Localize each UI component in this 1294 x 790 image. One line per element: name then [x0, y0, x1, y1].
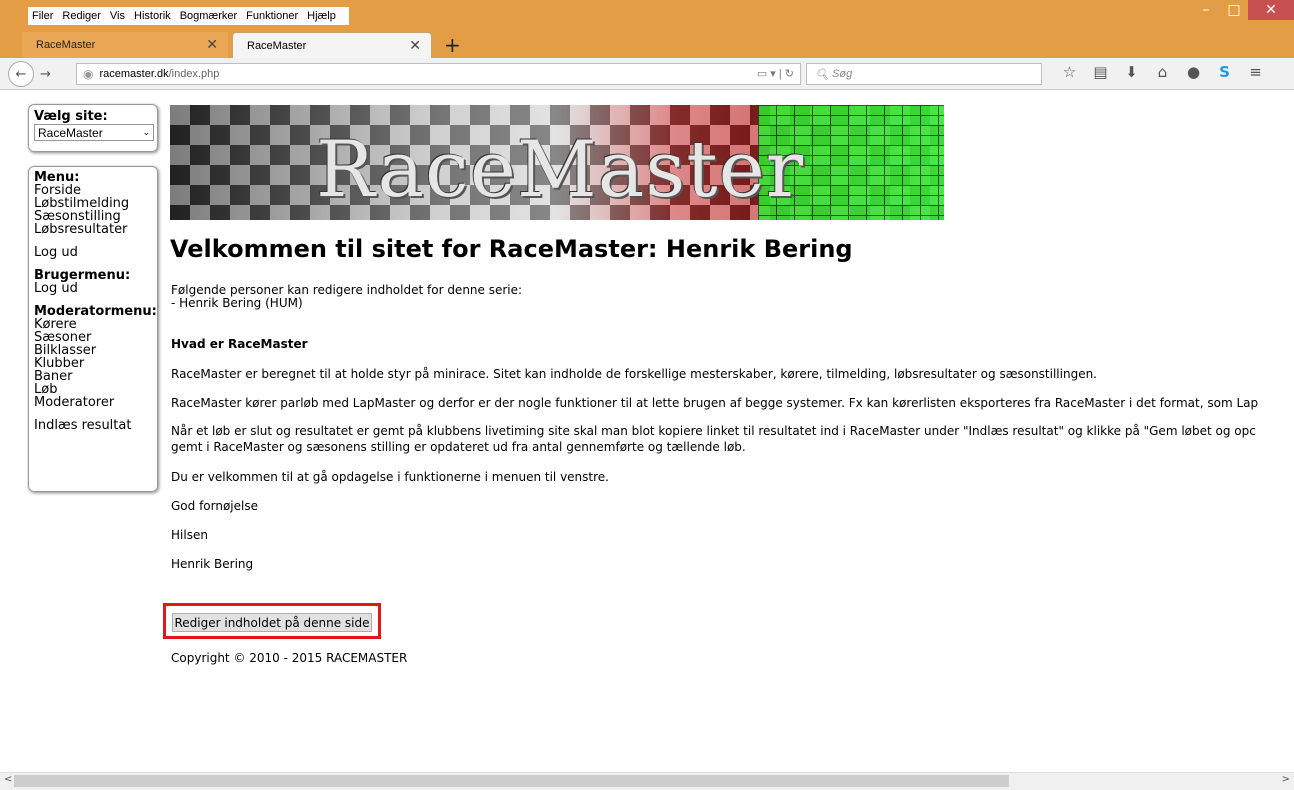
chevron-down-icon: ⌄ [142, 127, 150, 137]
section-heading: Hvad er RaceMaster [171, 337, 308, 351]
tab-bar: RaceMaster ✕ RaceMaster ✕ + [0, 30, 1294, 58]
bookmark-star-icon[interactable]: ☆ [1054, 63, 1085, 81]
menu-bar: Filer Rediger Vis Historik Bogmærker Fun… [28, 7, 349, 25]
site-select-value: RaceMaster [38, 125, 103, 140]
sidebar-item-logout-user[interactable]: Log ud [34, 282, 152, 295]
page-content: Vælg site: RaceMaster ⌄ Menu: Forside Lø… [0, 90, 1294, 772]
search-icon: 🔍︎ [815, 68, 833, 81]
new-tab-icon[interactable]: + [444, 33, 461, 57]
paragraph-1: RaceMaster er beregnet til at holde styr… [171, 367, 1097, 381]
minimize-icon[interactable]: – [1192, 0, 1220, 20]
tab-label: RaceMaster [36, 39, 96, 51]
title-bar: Filer Rediger Vis Historik Bogmærker Fun… [0, 0, 1294, 30]
menu-filer[interactable]: Filer [32, 10, 53, 22]
menu-icon[interactable]: ≡ [1240, 63, 1271, 81]
editors-intro: Følgende personer kan redigere indholdet… [171, 283, 523, 297]
menu-historik[interactable]: Historik [134, 10, 171, 22]
download-icon[interactable]: ⬇ [1116, 63, 1147, 81]
paragraph-2: RaceMaster kører parløb med LapMaster og… [171, 396, 1259, 410]
site-selector-box: Vælg site: RaceMaster ⌄ [28, 104, 158, 152]
url-path: /index.php [168, 68, 220, 80]
highlight-box: Rediger indholdet på denne side [163, 603, 381, 639]
paragraph-3b: gemt i RaceMaster og sæsonens stilling e… [171, 440, 746, 454]
sidebar-item-logout[interactable]: Log ud [34, 246, 152, 259]
banner-image: RaceMaster [170, 105, 944, 220]
forward-icon[interactable]: → [40, 67, 51, 82]
scroll-left-icon[interactable]: < [4, 774, 12, 785]
close-window-icon[interactable]: ✕ [1248, 0, 1294, 20]
paragraph-6: Hilsen [171, 528, 208, 542]
sidebar-item-lobsresultater[interactable]: Løbsresultater [34, 223, 152, 236]
menu-funktioner[interactable]: Funktioner [246, 10, 298, 22]
sidebar-item-moderatorer[interactable]: Moderatorer [34, 396, 152, 409]
paragraph-5: God fornøjelse [171, 499, 258, 513]
menu-vis[interactable]: Vis [110, 10, 125, 22]
paragraph-3a: Når et løb er slut og resultatet er gemt… [171, 424, 1256, 438]
menu-bogmaerker[interactable]: Bogmærker [180, 10, 237, 22]
home-icon[interactable]: ⌂ [1147, 63, 1178, 81]
menu-hjaelp[interactable]: Hjælp [307, 10, 336, 22]
bookmarks-list-icon[interactable]: ▤ [1085, 63, 1116, 81]
chat-icon[interactable]: ● [1178, 63, 1209, 81]
copyright: Copyright © 2010 - 2015 RACEMASTER [171, 651, 408, 665]
sidebar-menu: Menu: Forside Løbstilmelding Sæsonstilli… [28, 166, 158, 492]
menu-rediger[interactable]: Rediger [62, 10, 101, 22]
scrollbar-thumb[interactable] [14, 775, 1009, 787]
search-placeholder: Søg [832, 68, 853, 80]
skype-icon[interactable]: S [1209, 63, 1240, 81]
site-select[interactable]: RaceMaster ⌄ [34, 124, 154, 141]
url-bar[interactable]: ◉ racemaster.dk/index.php ▭ ▾ | ↻ [76, 63, 801, 85]
site-info-icon[interactable]: ◉ [83, 67, 93, 81]
tab-label: RaceMaster [247, 39, 307, 52]
back-icon[interactable]: ← [8, 61, 34, 87]
close-tab-icon[interactable]: ✕ [206, 36, 218, 53]
edit-content-button[interactable]: Rediger indholdet på denne side [172, 613, 372, 632]
navigation-bar: ← → ◉ racemaster.dk/index.php ▭ ▾ | ↻ 🔍︎… [0, 58, 1294, 90]
reader-reload-icons[interactable]: ▭ ▾ | ↻ [757, 67, 794, 80]
paragraph-7: Henrik Bering [171, 557, 254, 571]
close-tab-icon[interactable]: ✕ [409, 37, 421, 54]
horizontal-scrollbar[interactable]: < > [0, 772, 1294, 790]
tab-racemaster-1[interactable]: RaceMaster ✕ [22, 32, 228, 58]
site-label: Vælg site: [34, 109, 108, 124]
banner-title: RaceMaster [316, 125, 805, 215]
paragraph-4: Du er velkommen til at gå opdagelse i fu… [171, 470, 609, 484]
maximize-icon[interactable]: □ [1220, 0, 1248, 20]
tab-racemaster-2[interactable]: RaceMaster ✕ [232, 32, 432, 58]
search-input[interactable]: 🔍︎ Søg [806, 63, 1042, 85]
sidebar-item-import-result[interactable]: Indlæs resultat [34, 419, 152, 432]
url-host: racemaster.dk [99, 68, 169, 80]
editors-list: - Henrik Bering (HUM) [171, 296, 303, 310]
page-title: Velkommen til sitet for RaceMaster: Henr… [170, 235, 853, 263]
scroll-right-icon[interactable]: > [1282, 774, 1290, 785]
